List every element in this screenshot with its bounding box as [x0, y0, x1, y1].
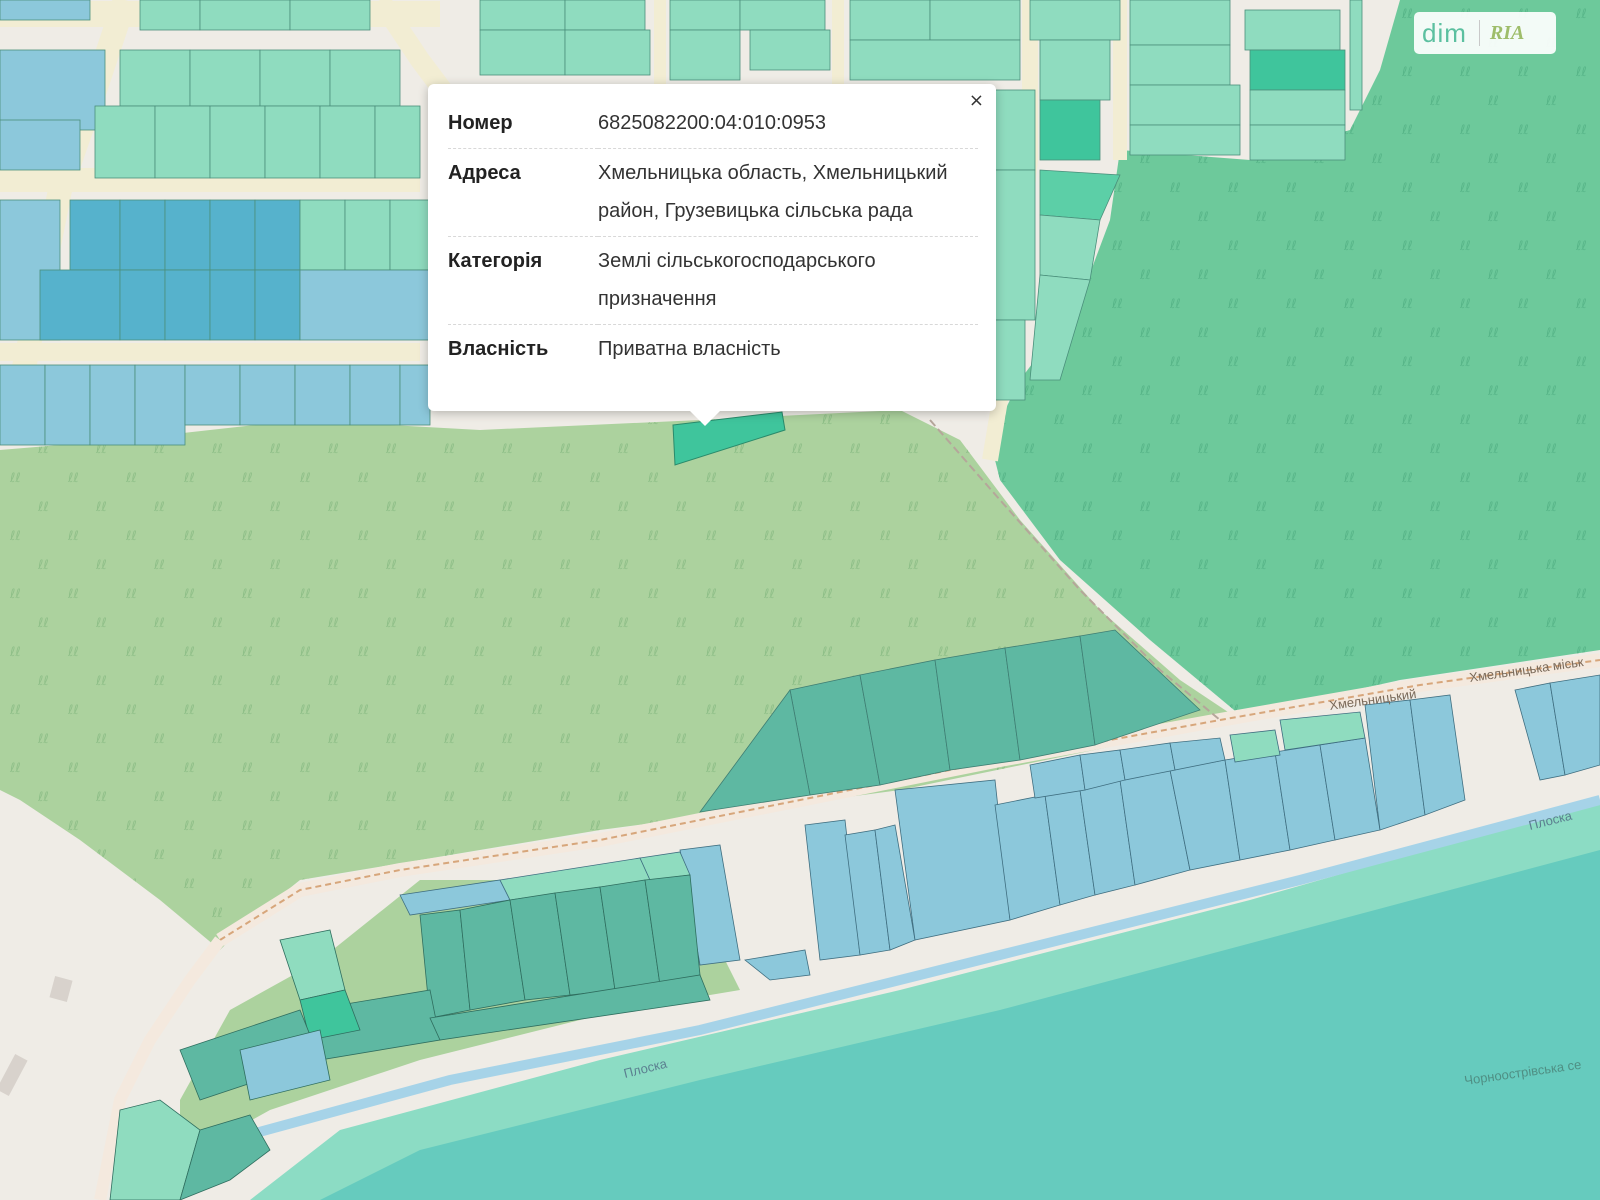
- dimria-logo: dim RIA: [1414, 12, 1556, 54]
- info-key: Адреса: [448, 148, 598, 237]
- info-row-category: Категорія Землі сільськогосподарського п…: [448, 236, 978, 325]
- info-row-address: Адреса Хмельницька область, Хмельницький…: [448, 148, 978, 237]
- parcel-info-table: Номер 6825082200:04:010:0953 Адреса Хмел…: [448, 104, 978, 374]
- popup-pointer: [690, 411, 720, 426]
- info-value: Землі сільськогосподарського призначення: [598, 236, 978, 325]
- close-icon[interactable]: ×: [969, 90, 984, 112]
- logo-divider: [1478, 20, 1480, 46]
- info-key: Власність: [448, 338, 549, 360]
- logo-ria-text: RIA: [1489, 21, 1525, 44]
- info-value: 6825082200:04:010:0953: [598, 104, 978, 149]
- info-key: Номер: [448, 104, 598, 149]
- info-row-number: Номер 6825082200:04:010:0953: [448, 104, 978, 149]
- info-row-ownership: Власність Приватна власність: [448, 325, 978, 375]
- info-value: Хмельницька область, Хмельницький район,…: [598, 148, 978, 237]
- logo-dim-text: dim: [1422, 17, 1467, 48]
- parcel-info-popup: × Номер 6825082200:04:010:0953 Адреса Хм…: [428, 84, 996, 426]
- info-key: Категорія: [448, 236, 598, 325]
- info-value: Приватна власність: [598, 338, 781, 360]
